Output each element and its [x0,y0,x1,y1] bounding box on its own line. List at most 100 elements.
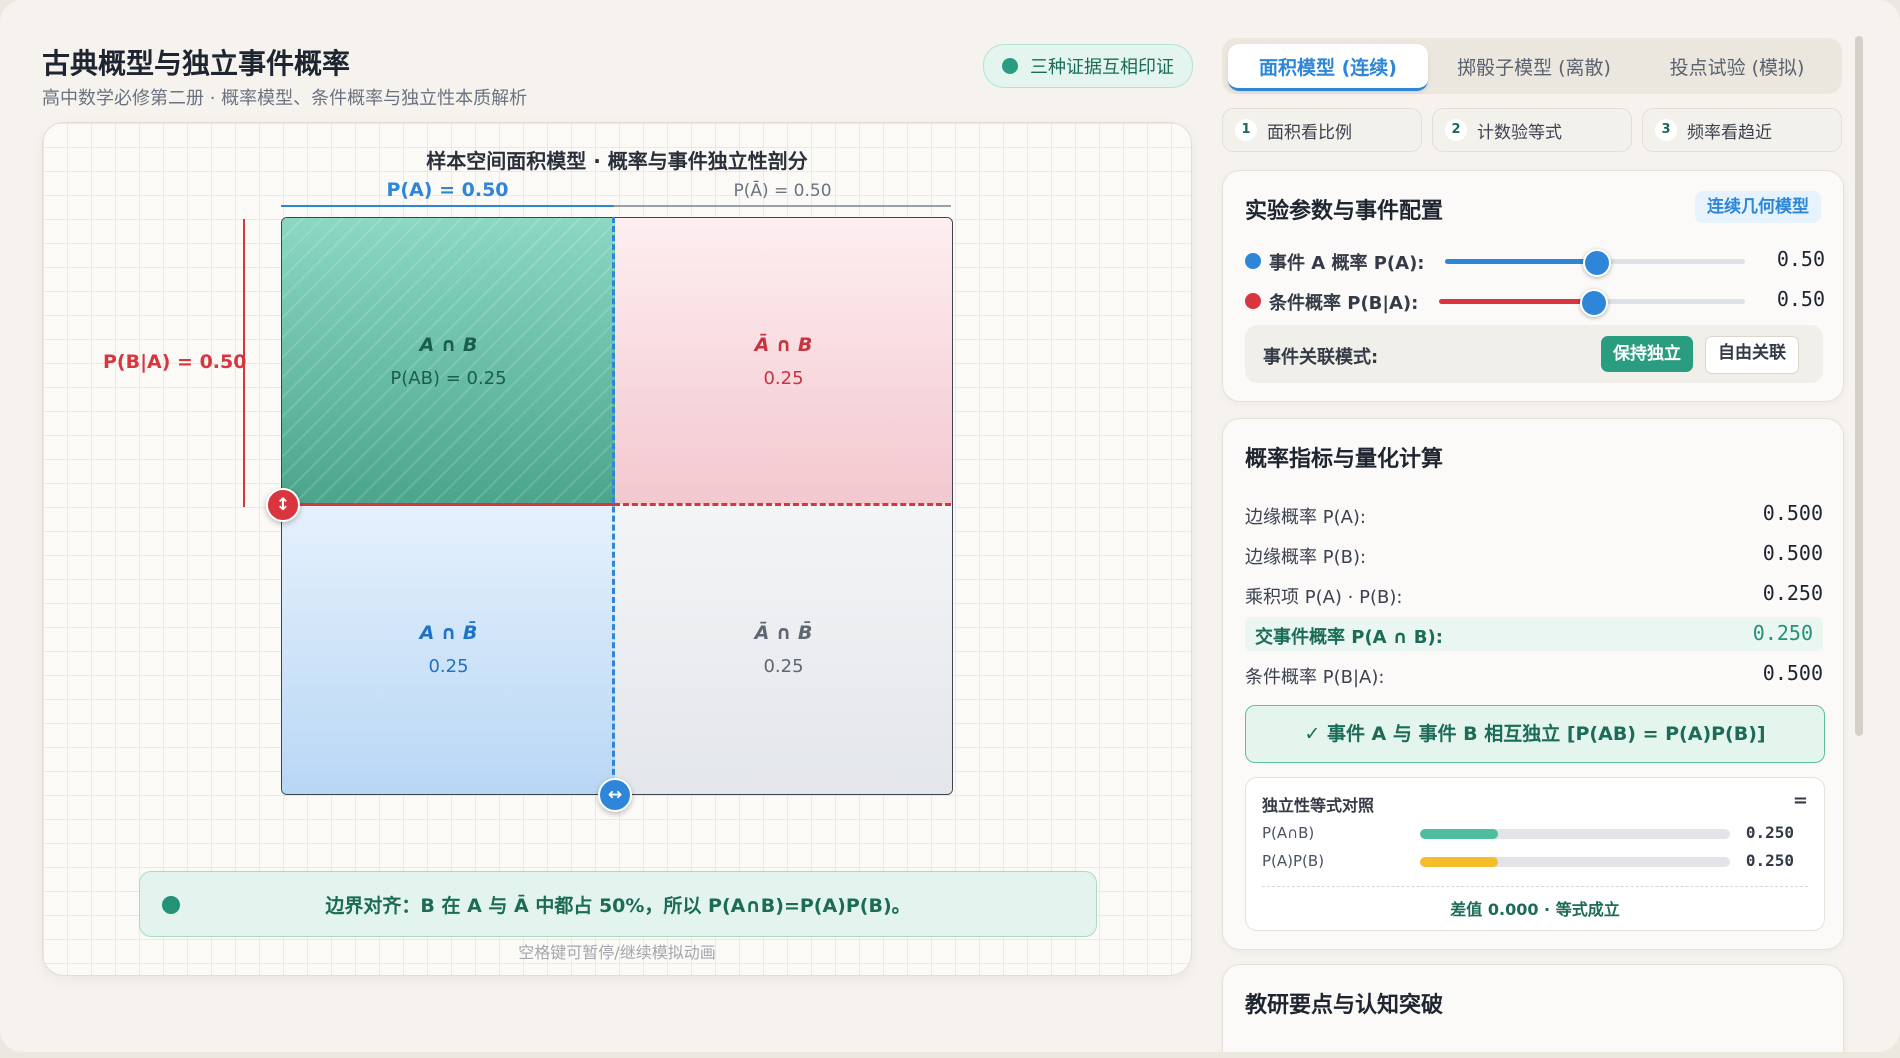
keyboard-hint: 空格键可暂停/继续模拟动画 [518,943,716,962]
insight-banner: 边界对齐：B 在 A 与 Ā 中都占 50%，所以 P(A∩B)=P(A)P(B… [139,871,1097,937]
b-given-abar-boundary [614,503,951,506]
b-given-a-boundary [281,503,614,506]
pa-axis-line [281,205,614,207]
insight-text: 边界对齐：B 在 A 与 Ā 中都占 50%，所以 P(A∩B)=P(A)P(B… [325,894,911,917]
page-title: 古典概型与独立事件概率 [42,47,351,80]
step-label: 频率看趋近 [1687,122,1772,143]
param-pa-value: 0.50 [1776,247,1825,271]
step-count-verify[interactable]: 2 计数验等式 [1432,108,1632,152]
panel-scrollbar[interactable] [1855,36,1863,736]
cell-abar-and-b: Ā ∩ B 0.25 [615,218,952,504]
notes-panel: 教研要点与认知突破 [1222,964,1844,1052]
relation-mode: 事件关联模式: 保持独立 自由关联 [1245,325,1823,383]
pabar-axis-line [614,205,951,207]
step-number: 1 [1235,119,1257,141]
independence-verdict: ✓ 事件 A 与 事件 B 相互独立 [P(AB) = P(A)P(B)] [1245,705,1825,763]
comparison-bar-fill [1420,857,1498,867]
cell-a-and-b-value: P(AB) = 0.25 [390,367,507,389]
cell-abar-and-bbar-name: Ā ∩ B̄ [754,621,813,644]
pa-slider-knob[interactable] [1583,249,1611,277]
insight-dot-icon [162,896,180,914]
comparison-title: 独立性等式对照 [1262,796,1375,815]
param-pa-label: 事件 A 概率 P(A): [1269,253,1425,274]
cell-a-and-b-name: A ∩ B [419,333,478,356]
metric-value: 0.500 [1762,541,1823,565]
model-tabs: 面积模型 (连续) 掷骰子模型 (离散) 投点试验 (模拟) [1222,38,1842,94]
pba-axis-label: P(B|A) = 0.50 [103,351,247,373]
comparison-label: P(A)P(B) [1262,852,1325,870]
sample-space-square: A ∩ B P(AB) = 0.25 Ā ∩ B 0.25 A ∩ B̄ 0.2… [281,217,953,795]
metric-pb: 边缘概率 P(B): 0.500 [1245,537,1823,571]
tab-dart-simulation[interactable]: 投点试验 (模拟) [1638,44,1836,88]
relation-mode-label: 事件关联模式: [1263,347,1379,368]
metric-conditional: 条件概率 P(B|A): 0.500 [1245,657,1823,691]
metric-value: 0.250 [1762,581,1823,605]
metric-value: 0.250 [1752,621,1813,645]
independence-comparison: 独立性等式对照 = P(A∩B) 0.250 P(A)P(B) 0.250 差值… [1245,777,1825,931]
param-pba-label: 条件概率 P(B|A): [1269,293,1419,314]
pba-dot-icon [1245,293,1261,309]
pba-slider[interactable] [1439,289,1745,317]
cell-a-and-bbar-name: A ∩ B̄ [419,621,478,644]
pa-dot-icon [1245,253,1261,269]
step-label: 计数验等式 [1477,122,1562,143]
param-pba-value: 0.50 [1776,287,1825,311]
cell-abar-and-b-value: 0.25 [763,367,804,389]
keep-independent-button[interactable]: 保持独立 [1601,336,1693,372]
status-dot-icon [1002,58,1018,74]
page-subtitle: 高中数学必修第二册 · 概率模型、条件概率与独立性本质解析 [42,88,528,109]
comparison-value: 0.250 [1745,823,1794,842]
pabar-axis-label: P(Ā) = 0.50 [733,181,832,201]
metric-pa: 边缘概率 P(A): 0.500 [1245,497,1823,531]
model-tag: 连续几何模型 [1695,191,1821,223]
comparison-row-intersection: P(A∩B) 0.250 [1262,822,1808,844]
comparison-value: 0.250 [1745,851,1794,870]
step-label: 面积看比例 [1267,122,1352,143]
metric-product: 乘积项 P(A) · P(B): 0.250 [1245,577,1823,611]
cell-abar-and-bbar-value: 0.25 [763,655,804,677]
step-frequency-converge[interactable]: 3 频率看趋近 [1642,108,1842,152]
tab-area-model[interactable]: 面积模型 (连续) [1228,44,1428,91]
comparison-divider [1262,886,1808,887]
comparison-label: P(A∩B) [1262,824,1315,842]
free-correlation-button[interactable]: 自由关联 [1705,336,1799,374]
area-model-canvas: 样本空间面积模型 · 概率与事件独立性剖分 P(A) = 0.50 P(Ā) =… [42,122,1192,976]
comparison-difference: 差值 0.000 · 等式成立 [1450,900,1620,919]
cell-abar-and-b-name: Ā ∩ B [754,333,813,356]
comparison-bar-fill [1420,829,1498,839]
params-panel: 实验参数与事件配置 连续几何模型 事件 A 概率 P(A): 0.50 条件概率… [1222,170,1844,402]
evidence-badge: 三种证据互相印证 [983,44,1193,88]
pa-axis-label: P(A) = 0.50 [386,179,509,201]
cell-a-and-b: A ∩ B P(AB) = 0.25 [282,218,615,504]
learning-steps: 1 面积看比例 2 计数验等式 3 频率看趋近 [1222,108,1842,154]
tab-dice-model[interactable]: 掷骰子模型 (离散) [1434,44,1634,88]
a-boundary [612,217,615,793]
metric-value: 0.500 [1762,501,1823,525]
pa-slider[interactable] [1445,249,1745,277]
metric-label: 边缘概率 P(B): [1245,547,1367,568]
pba-slider-knob[interactable] [1580,289,1608,317]
step-area-ratio[interactable]: 1 面积看比例 [1222,108,1422,152]
pba-slider-fill [1439,299,1592,304]
metric-label: 条件概率 P(B|A): [1245,667,1385,688]
metrics-panel: 概率指标与量化计算 边缘概率 P(A): 0.500 边缘概率 P(B): 0.… [1222,418,1844,950]
metric-intersection: 交事件概率 P(A ∩ B): 0.250 [1245,617,1823,651]
params-title: 实验参数与事件配置 [1245,199,1444,224]
step-number: 3 [1655,119,1677,141]
cell-a-and-bbar-value: 0.25 [428,655,469,677]
param-pa-row: 事件 A 概率 P(A): 0.50 [1245,245,1825,277]
comparison-row-product: P(A)P(B) 0.250 [1262,850,1808,872]
comparison-bar-track [1420,829,1730,839]
metrics-title: 概率指标与量化计算 [1245,447,1444,472]
evidence-badge-label: 三种证据互相印证 [1030,57,1174,78]
metric-value: 0.500 [1762,661,1823,685]
metric-label: 边缘概率 P(A): [1245,507,1366,528]
metric-label: 交事件概率 P(A ∩ B): [1255,627,1443,648]
cell-abar-and-bbar: Ā ∩ B̄ 0.25 [615,504,952,794]
resize-vertical-handle-icon[interactable]: ↕ [266,488,300,522]
param-pba-row: 条件概率 P(B|A): 0.50 [1245,285,1825,317]
area-model-title: 样本空间面积模型 · 概率与事件独立性剖分 [426,149,808,173]
metric-label: 乘积项 P(A) · P(B): [1245,587,1403,608]
notes-title: 教研要点与认知突破 [1245,993,1444,1018]
resize-horizontal-handle-icon[interactable]: ↔ [598,778,632,812]
